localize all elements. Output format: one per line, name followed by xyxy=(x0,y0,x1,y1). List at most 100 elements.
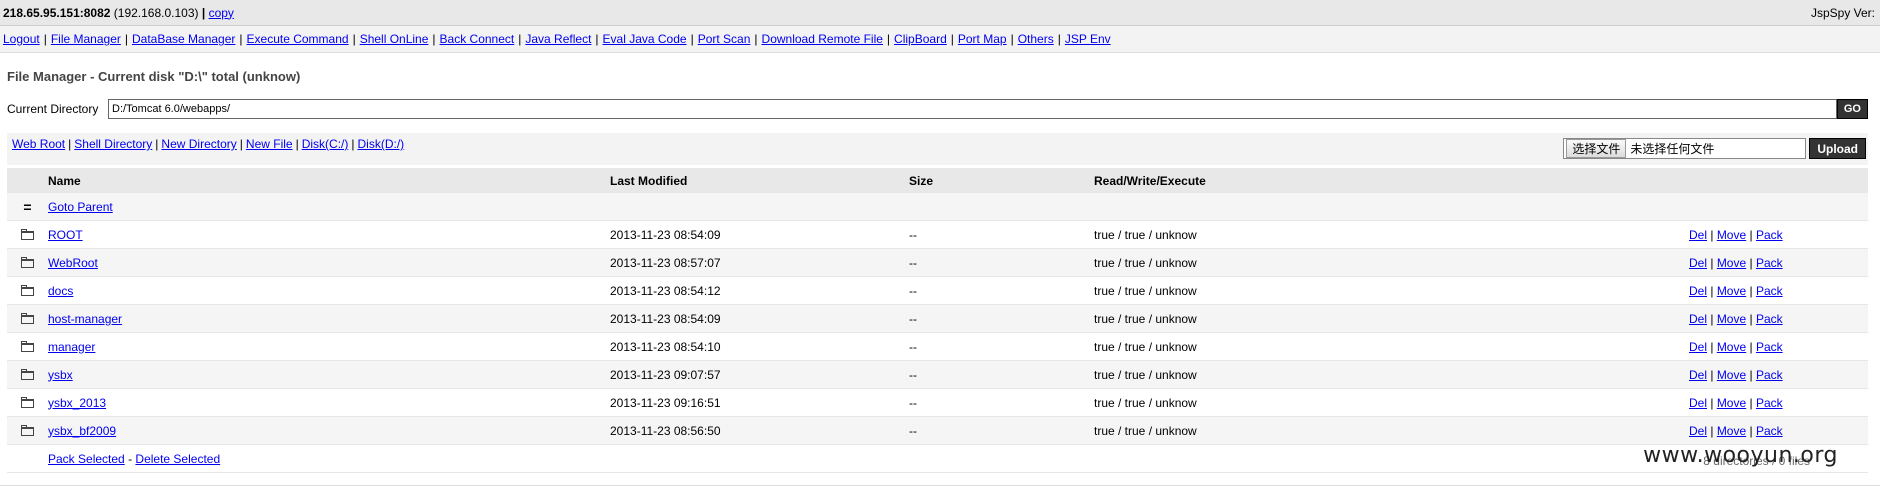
menu-separator: | xyxy=(43,32,47,46)
menu-item-download-remote-file[interactable]: Download Remote File xyxy=(762,32,883,46)
last-modified-cell: 2013-11-23 08:54:10 xyxy=(610,332,909,361)
brand-version: JspSpy Ver: xyxy=(1810,5,1875,20)
menu-item-eval-java-code[interactable]: Eval Java Code xyxy=(603,32,687,46)
table-row: ysbx_bf2009 2013-11-23 08:56:50 -- true / t… xyxy=(7,416,1868,445)
toolbar-link-web-root[interactable]: Web Root xyxy=(12,137,65,151)
size-cell: -- xyxy=(909,332,1094,361)
folder-name-link[interactable]: ysbx_2013 xyxy=(48,396,106,410)
size-cell: -- xyxy=(909,220,1094,249)
menu-item-logout[interactable]: Logout xyxy=(3,32,40,46)
menu-item-shell-online[interactable]: Shell OnLine xyxy=(360,32,429,46)
menu-separator: | xyxy=(124,32,128,46)
actions-cell: Del | Move | Pack xyxy=(1689,388,1868,417)
del-link[interactable]: Del xyxy=(1689,312,1707,326)
menu-separator: | xyxy=(1010,32,1014,46)
del-link[interactable]: Del xyxy=(1689,424,1707,438)
folder-name-link[interactable]: ysbx xyxy=(48,368,73,382)
file-chooser[interactable]: 选择文件 未选择任何文件 xyxy=(1563,138,1807,159)
pack-link[interactable]: Pack xyxy=(1756,284,1783,298)
host-address: 218.65.95.151:8082 xyxy=(3,5,111,20)
go-button[interactable]: GO xyxy=(1836,99,1868,119)
actions-cell: Del | Move | Pack xyxy=(1689,416,1868,445)
menu-item-back-connect[interactable]: Back Connect xyxy=(440,32,515,46)
menu-item-port-map[interactable]: Port Map xyxy=(958,32,1007,46)
table-row: docs 2013-11-23 08:54:12 -- true / true / u… xyxy=(7,276,1868,305)
pack-link[interactable]: Pack xyxy=(1756,368,1783,382)
parent-icon: = xyxy=(23,198,32,215)
menu-separator: | xyxy=(1057,32,1061,46)
folder-name-link[interactable]: docs xyxy=(48,284,73,298)
pack-link[interactable]: Pack xyxy=(1756,256,1783,270)
host-ip: (192.168.0.103) xyxy=(113,5,199,20)
move-link[interactable]: Move xyxy=(1717,424,1746,438)
folder-icon xyxy=(21,368,34,380)
menu-item-java-reflect[interactable]: Java Reflect xyxy=(525,32,591,46)
move-link[interactable]: Move xyxy=(1717,312,1746,326)
pack-link[interactable]: Pack xyxy=(1756,228,1783,242)
folder-name-link[interactable]: WebRoot xyxy=(48,256,98,270)
move-link[interactable]: Move xyxy=(1717,256,1746,270)
folder-name-link[interactable]: ROOT xyxy=(48,228,83,242)
delete-selected-link[interactable]: Delete Selected xyxy=(135,452,220,466)
action-separator: | xyxy=(1746,227,1756,242)
del-link[interactable]: Del xyxy=(1689,368,1707,382)
goto-parent-link[interactable]: Goto Parent xyxy=(48,200,113,214)
folder-icon xyxy=(21,340,34,352)
action-separator: | xyxy=(1707,395,1717,410)
del-link[interactable]: Del xyxy=(1689,284,1707,298)
menu-item-others[interactable]: Others xyxy=(1018,32,1054,46)
header-actions xyxy=(1689,168,1868,193)
copy-link[interactable]: copy xyxy=(209,6,234,20)
toolbar-link-disk-d-[interactable]: Disk(D:/) xyxy=(358,137,405,151)
upload-button[interactable]: Upload xyxy=(1809,138,1866,159)
move-link[interactable]: Move xyxy=(1717,228,1746,242)
actions-cell: Del | Move | Pack xyxy=(1689,360,1868,389)
action-separator: | xyxy=(1707,255,1717,270)
del-link[interactable]: Del xyxy=(1689,396,1707,410)
last-modified-cell: 2013-11-23 09:07:57 xyxy=(610,360,909,389)
folder-icon xyxy=(21,228,34,240)
toolbar-link-new-file[interactable]: New File xyxy=(246,137,293,151)
action-separator: | xyxy=(1746,395,1756,410)
move-link[interactable]: Move xyxy=(1717,284,1746,298)
menu-item-execute-command[interactable]: Execute Command xyxy=(247,32,349,46)
del-link[interactable]: Del xyxy=(1689,340,1707,354)
folder-name-link[interactable]: manager xyxy=(48,340,95,354)
toolbar-separator: | xyxy=(295,137,299,151)
table-row: manager 2013-11-23 08:54:10 -- true / true … xyxy=(7,332,1868,361)
move-link[interactable]: Move xyxy=(1717,396,1746,410)
watermark: www.wooyun.org xyxy=(1643,443,1838,468)
pack-link[interactable]: Pack xyxy=(1756,340,1783,354)
table-row: ROOT 2013-11-23 08:54:09 -- true / true / u… xyxy=(7,220,1868,249)
menu-item-jsp-env[interactable]: JSP Env xyxy=(1065,32,1111,46)
rwx-cell: true / true / unknow xyxy=(1094,360,1689,389)
folder-icon xyxy=(21,312,34,324)
move-link[interactable]: Move xyxy=(1717,340,1746,354)
pack-selected-link[interactable]: Pack Selected xyxy=(48,452,125,466)
folder-name-link[interactable]: host-manager xyxy=(48,312,122,326)
header-name: Name xyxy=(48,168,610,193)
menu-separator: | xyxy=(950,32,954,46)
action-separator: | xyxy=(1707,367,1717,382)
toolbar-link-disk-c-[interactable]: Disk(C:/) xyxy=(302,137,349,151)
last-modified-cell: 2013-11-23 08:54:09 xyxy=(610,220,909,249)
pack-link[interactable]: Pack xyxy=(1756,424,1783,438)
upload-form: 选择文件 未选择任何文件 Upload xyxy=(1563,138,1866,159)
move-link[interactable]: Move xyxy=(1717,368,1746,382)
size-cell: -- xyxy=(909,304,1094,333)
menu-item-file-manager[interactable]: File Manager xyxy=(51,32,121,46)
actions-cell: Del | Move | Pack xyxy=(1689,276,1868,305)
menu-item-port-scan[interactable]: Port Scan xyxy=(698,32,751,46)
pack-link[interactable]: Pack xyxy=(1756,396,1783,410)
menu-item-clipboard[interactable]: ClipBoard xyxy=(894,32,947,46)
del-link[interactable]: Del xyxy=(1689,256,1707,270)
del-link[interactable]: Del xyxy=(1689,228,1707,242)
current-directory-input[interactable] xyxy=(108,99,1837,119)
toolbar-link-shell-directory[interactable]: Shell Directory xyxy=(74,137,152,151)
toolbar-link-new-directory[interactable]: New Directory xyxy=(161,137,236,151)
menu-item-database-manager[interactable]: DataBase Manager xyxy=(132,32,235,46)
file-table: Name Last Modified Size Read/Write/Execu… xyxy=(7,168,1868,473)
folder-name-link[interactable]: ysbx_bf2009 xyxy=(48,424,116,438)
choose-file-button[interactable]: 选择文件 xyxy=(1566,139,1627,158)
pack-link[interactable]: Pack xyxy=(1756,312,1783,326)
